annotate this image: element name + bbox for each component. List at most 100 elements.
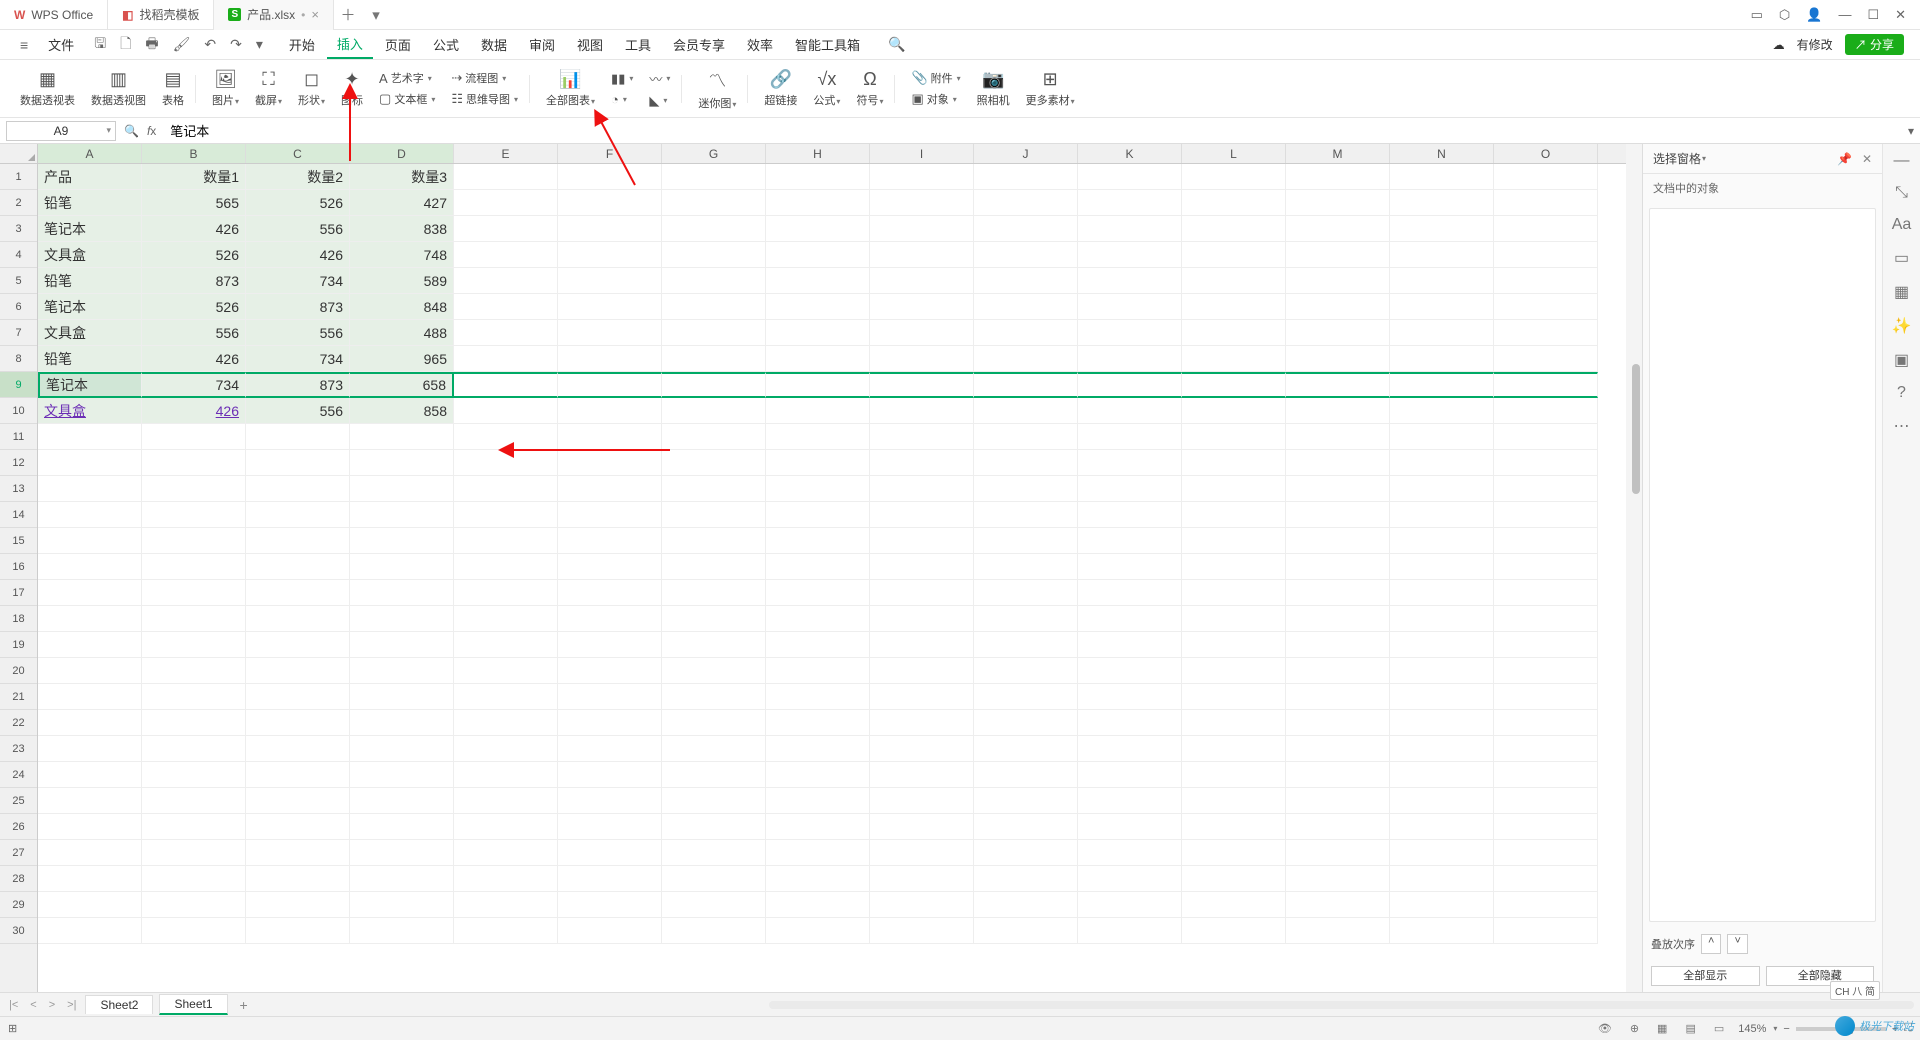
col-header-C[interactable]: C xyxy=(246,144,350,163)
cell[interactable] xyxy=(1182,502,1286,528)
cell[interactable] xyxy=(350,736,454,762)
cell[interactable] xyxy=(974,658,1078,684)
cell[interactable] xyxy=(246,710,350,736)
cell[interactable] xyxy=(974,684,1078,710)
cell[interactable] xyxy=(974,554,1078,580)
cell[interactable] xyxy=(974,398,1078,424)
cell[interactable] xyxy=(1182,528,1286,554)
cell[interactable] xyxy=(974,814,1078,840)
cell[interactable] xyxy=(454,554,558,580)
menu-start[interactable]: 开始 xyxy=(279,31,325,58)
cell[interactable] xyxy=(1494,658,1598,684)
cell[interactable] xyxy=(662,762,766,788)
cell[interactable] xyxy=(350,762,454,788)
user-icon[interactable]: 👤 xyxy=(1806,7,1822,23)
cell[interactable] xyxy=(454,476,558,502)
cell[interactable] xyxy=(1286,606,1390,632)
tab-templates[interactable]: ◧ 找稻壳模板 xyxy=(108,0,214,30)
cell[interactable] xyxy=(1182,840,1286,866)
cell[interactable] xyxy=(1390,788,1494,814)
cell[interactable] xyxy=(870,294,974,320)
cell[interactable] xyxy=(1078,762,1182,788)
cell[interactable] xyxy=(766,502,870,528)
undo-icon[interactable]: ↶ xyxy=(200,36,220,53)
cell[interactable] xyxy=(974,268,1078,294)
cell[interactable] xyxy=(1286,268,1390,294)
cell[interactable] xyxy=(1078,268,1182,294)
move-up-button[interactable]: ˄ xyxy=(1701,934,1721,954)
cell[interactable] xyxy=(1494,346,1598,372)
cell[interactable] xyxy=(1494,866,1598,892)
status-sheet-icon[interactable]: ⊞ xyxy=(8,1022,17,1035)
formula-input[interactable] xyxy=(164,121,1900,141)
cell[interactable]: 838 xyxy=(350,216,454,242)
cell[interactable] xyxy=(870,502,974,528)
cell[interactable] xyxy=(350,658,454,684)
cell[interactable] xyxy=(38,762,142,788)
cell[interactable] xyxy=(974,840,1078,866)
cell[interactable] xyxy=(142,580,246,606)
cell[interactable] xyxy=(350,424,454,450)
cell[interactable] xyxy=(454,814,558,840)
cell[interactable] xyxy=(1390,918,1494,944)
cell[interactable] xyxy=(766,528,870,554)
cell[interactable] xyxy=(974,632,1078,658)
cell[interactable] xyxy=(870,450,974,476)
cell[interactable] xyxy=(766,762,870,788)
cell[interactable] xyxy=(1390,398,1494,424)
cell[interactable] xyxy=(246,554,350,580)
cell[interactable] xyxy=(662,658,766,684)
search-icon[interactable]: 🔍 xyxy=(884,36,909,53)
cell[interactable] xyxy=(246,424,350,450)
cell[interactable] xyxy=(1286,424,1390,450)
row-header-6[interactable]: 6 xyxy=(0,294,37,320)
cell[interactable] xyxy=(454,840,558,866)
cell[interactable]: 426 xyxy=(142,398,246,424)
textbox-button[interactable]: ▢文本框▾ xyxy=(375,89,439,109)
row-header-1[interactable]: 1 xyxy=(0,164,37,190)
cell[interactable] xyxy=(1494,164,1598,190)
cell[interactable] xyxy=(1286,788,1390,814)
cell[interactable] xyxy=(454,502,558,528)
cell[interactable] xyxy=(558,476,662,502)
row-header-20[interactable]: 20 xyxy=(0,658,37,684)
cell[interactable] xyxy=(974,866,1078,892)
cell[interactable] xyxy=(1286,554,1390,580)
cell[interactable] xyxy=(350,528,454,554)
cell[interactable] xyxy=(1494,502,1598,528)
reader-view-icon[interactable]: ▭ xyxy=(1710,1022,1728,1035)
row-header-29[interactable]: 29 xyxy=(0,892,37,918)
cell[interactable] xyxy=(1182,216,1286,242)
cell[interactable]: 文具盒 xyxy=(38,242,142,268)
cell[interactable] xyxy=(974,450,1078,476)
col-header-D[interactable]: D xyxy=(350,144,454,163)
cell[interactable] xyxy=(558,710,662,736)
cell[interactable] xyxy=(38,892,142,918)
cell[interactable] xyxy=(246,788,350,814)
cell[interactable] xyxy=(1286,736,1390,762)
cell[interactable] xyxy=(1182,892,1286,918)
screenshot-button[interactable]: ⛶截屏▾ xyxy=(251,67,286,110)
col-header-G[interactable]: G xyxy=(662,144,766,163)
mindmap-button[interactable]: ☷思维导图▾ xyxy=(447,89,522,109)
cell[interactable] xyxy=(454,190,558,216)
hyperlink-button[interactable]: 🔗超链接 xyxy=(760,67,801,110)
cell[interactable] xyxy=(246,606,350,632)
cell[interactable] xyxy=(38,840,142,866)
area-chart-button[interactable]: ◣▾ xyxy=(645,91,674,111)
row-header-22[interactable]: 22 xyxy=(0,710,37,736)
expand-formula-icon[interactable]: ▾ xyxy=(1908,124,1914,138)
cell[interactable] xyxy=(142,450,246,476)
cell[interactable] xyxy=(1390,736,1494,762)
cell[interactable] xyxy=(662,606,766,632)
cell[interactable] xyxy=(142,528,246,554)
cell[interactable] xyxy=(454,918,558,944)
cell[interactable] xyxy=(870,918,974,944)
cell[interactable] xyxy=(142,840,246,866)
row-header-30[interactable]: 30 xyxy=(0,918,37,944)
cell[interactable] xyxy=(1494,814,1598,840)
cell[interactable] xyxy=(870,632,974,658)
col-header-N[interactable]: N xyxy=(1390,144,1494,163)
cell[interactable] xyxy=(662,424,766,450)
shape-button[interactable]: ◻形状▾ xyxy=(294,67,329,110)
